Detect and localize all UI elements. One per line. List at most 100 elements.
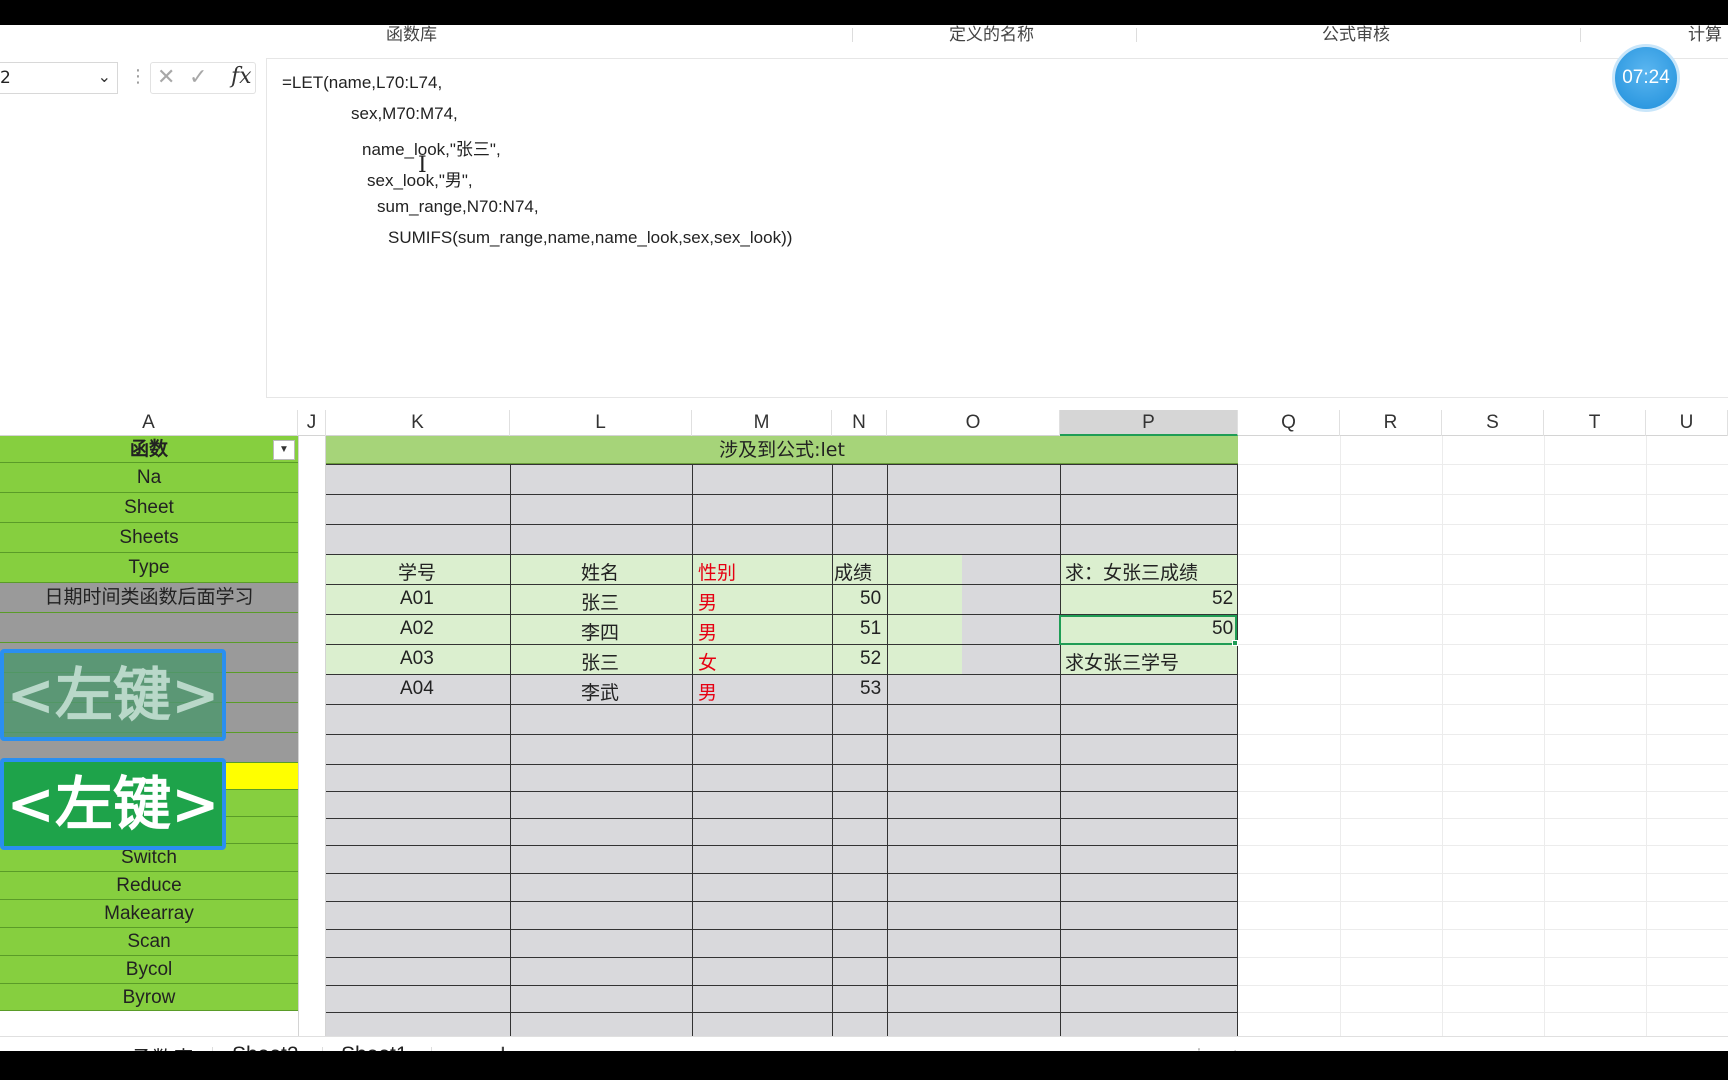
cancel-icon[interactable]: ✕ [157,65,175,90]
column-header-a[interactable]: A [0,410,298,436]
insert-function-icon[interactable]: fx [231,64,252,89]
add-sheet-icon[interactable]: + [492,1040,514,1051]
column-header-n[interactable]: N [832,410,887,436]
list-item[interactable]: Reduce [0,872,298,900]
text-cursor-icon: I [418,153,427,178]
list-item[interactable]: 日期时间类函数后面学习 [0,583,298,613]
list-item[interactable]: Sheet [0,493,298,523]
ribbon-group-formula-auditing[interactable]: 公式审核 [1322,25,1390,45]
formula-input[interactable]: =LET(name,L70:L74, sex,M70:M74, name_loo… [266,58,1728,398]
grid-line [832,464,833,1036]
check-icon[interactable]: ✓ [189,65,207,90]
formula-line: name_look,"张三", [362,140,501,159]
question-score-label[interactable]: 求：女张三成绩 [1065,558,1198,585]
cell-student-id[interactable]: A04 [400,678,434,700]
sheet-tab-sheet1[interactable]: Sheet1 [341,1043,408,1051]
grid-line [1340,436,1341,1036]
grid-line [1238,873,1728,874]
ribbon-group-defined-names[interactable]: 定义的名称 [949,25,1034,45]
sheet-tab-functions[interactable]: 函数表 [131,1043,194,1051]
formula-line: SUMIFS(sum_range,name,name_look,sex,sex_… [388,228,793,247]
result-value[interactable]: 52 [1212,588,1233,610]
formula-line: sum_range,N70:N74, [377,197,539,216]
ribbon-separator [1136,28,1137,42]
column-header-q[interactable]: Q [1238,410,1340,436]
grid-line [1238,644,1728,645]
name-box[interactable]: 2 ⌄ [0,62,118,94]
tab-separator [431,1047,432,1051]
scroll-left-icon[interactable]: ◀ [1224,1046,1236,1051]
active-cell-selection[interactable] [1059,615,1237,645]
column-header-o[interactable]: O [887,410,1060,436]
cell-score[interactable]: 52 [860,648,881,670]
empty-cells[interactable] [1238,436,1728,1036]
grid-line [326,901,1238,902]
grid-line [326,818,1238,819]
cell-student-id[interactable]: A02 [400,618,434,640]
cell-gender[interactable]: 男 [698,678,717,705]
header-score[interactable]: 成绩 [834,558,872,585]
chevron-down-icon[interactable]: ⌄ [98,67,111,86]
grid-line [326,845,1238,846]
cell-score[interactable]: 53 [860,678,881,700]
column-header-r[interactable]: R [1340,410,1442,436]
ribbon-group-function-library[interactable]: 函数库 [386,25,437,45]
filter-dropdown-icon[interactable]: ▼ [273,440,295,460]
grid-line [1238,674,1728,675]
header-gender[interactable]: 性别 [698,558,736,585]
grid-line [326,929,1238,930]
table-title[interactable]: 涉及到公式:let [326,436,1238,464]
cell-name[interactable]: 李武 [581,678,619,705]
cell-name[interactable]: 李四 [581,618,619,645]
grid-line [326,957,1238,958]
list-item[interactable]: Type [0,553,298,583]
question-id-label[interactable]: 求女张三学号 [1065,648,1179,675]
column-header-l[interactable]: L [510,410,692,436]
column-header-u[interactable]: U [1646,410,1728,436]
grid-line [1238,985,1728,986]
grid-line [1238,845,1728,846]
more-options-icon[interactable]: ⋮ [129,66,147,87]
header-student-id[interactable]: 学号 [398,558,436,585]
cell-gender[interactable]: 女 [698,648,717,675]
list-item[interactable]: Bycol [0,956,298,984]
grid-line [1238,764,1728,765]
timer-badge: 07:24 [1612,44,1680,112]
cell-student-id[interactable]: A03 [400,648,434,670]
grid-line [1238,929,1728,930]
cell-name[interactable]: 张三 [581,648,619,675]
column-header-m[interactable]: M [692,410,832,436]
grid-line [1238,614,1728,615]
column-header-k[interactable]: K [326,410,510,436]
chevron-right-icon[interactable]: › [32,1045,40,1051]
cell-gender[interactable]: 男 [698,618,717,645]
tab-separator [322,1047,323,1051]
grid-line [1238,791,1728,792]
name-box-value: 2 [0,68,11,88]
list-item[interactable]: Byrow [0,984,298,1011]
column-header-p[interactable]: P [1060,410,1238,436]
column-header-s[interactable]: S [1442,410,1544,436]
cell-score[interactable]: 51 [860,618,881,640]
list-item[interactable]: Sheets [0,523,298,553]
column-j-cells[interactable] [298,436,326,1036]
list-item[interactable] [0,613,298,643]
list-item[interactable]: Na [0,463,298,493]
list-item[interactable]: Makearray [0,900,298,928]
column-header-j[interactable]: J [298,410,326,436]
list-item[interactable]: Scan [0,928,298,956]
cell-name[interactable]: 张三 [581,588,619,615]
cell-student-id[interactable]: A01 [400,588,434,610]
formula-line: sex,M70:M74, [351,104,458,123]
grid-line [1238,494,1728,495]
column-header-t[interactable]: T [1544,410,1646,436]
function-list-header[interactable]: 函数 ▼ [0,436,298,463]
ribbon-group-calculation[interactable]: 计算 [1688,25,1722,45]
cell-score[interactable]: 50 [860,588,881,610]
cell-gender[interactable]: 男 [698,588,717,615]
sheet-tab-sheet2[interactable]: Sheet2 [232,1043,299,1051]
grid-line [326,1012,1238,1013]
header-name[interactable]: 姓名 [581,558,619,585]
grid-line [1238,464,1728,465]
scrollbar-grip-icon[interactable]: ⋮ [1190,1045,1208,1051]
